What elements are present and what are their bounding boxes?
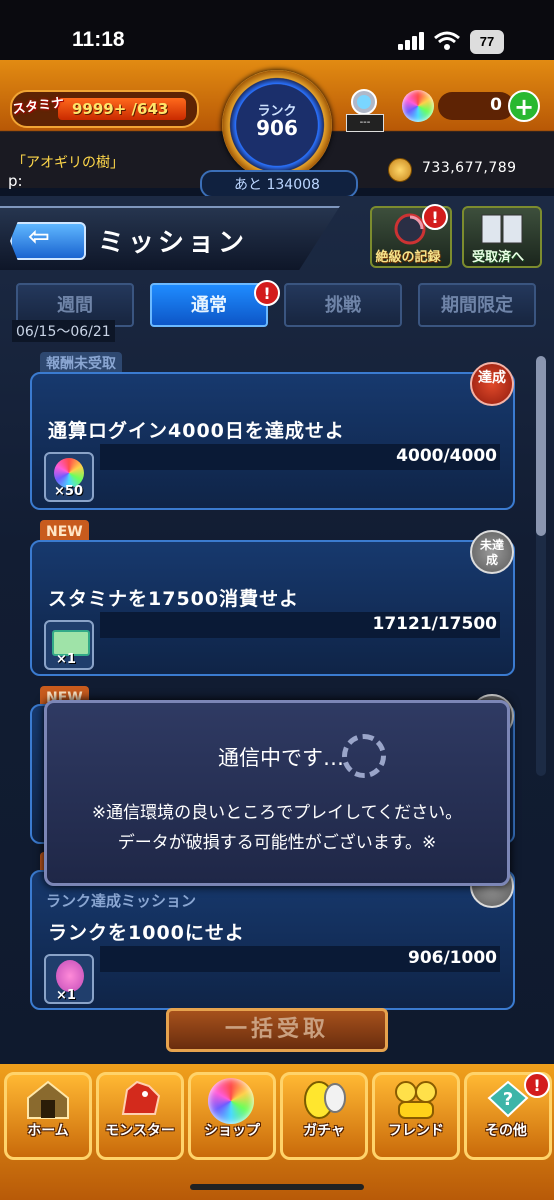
guild-name: 「アオギリの樹」 (12, 155, 124, 171)
gacha-egg-icon (304, 1081, 346, 1119)
mission-category-label: ランク達成ミッション (46, 892, 197, 910)
home-indicator (190, 1184, 364, 1190)
friend-icon (395, 1081, 437, 1119)
scrollbar-thumb[interactable] (536, 356, 546, 536)
orb-icon (402, 90, 434, 122)
tab-limited[interactable]: 期間限定 (418, 283, 536, 327)
mission-title: ランクを1000にせよ (48, 922, 245, 944)
signal-icon (398, 32, 426, 50)
records-alert-badge: ! (422, 204, 448, 230)
rank-next-exp: あと 134008 (234, 177, 320, 193)
monster-icon (121, 1080, 161, 1115)
mission-progress: 4000/4000 (396, 446, 497, 466)
page-title: ミッション (98, 228, 249, 258)
status-stamp-achieved: 達成 (470, 362, 514, 406)
reward-item: ×1 (44, 620, 94, 670)
period-range: 06/15〜06/21 (12, 320, 115, 342)
dialog-message-line2: データが破損する可能性がございます。※ (117, 833, 437, 853)
dialog-title: 通信中です… (218, 746, 344, 770)
svg-text:?: ? (503, 1089, 513, 1110)
mission-progress: 906/1000 (407, 948, 497, 968)
connecting-dialog (44, 700, 510, 886)
reward-item: ×1 (44, 954, 94, 1004)
nav-gacha-label: ガチャ (303, 1123, 345, 1139)
tab-normal-badge: ! (254, 280, 280, 306)
back-arrow-icon: ⇦ (28, 222, 50, 252)
records-label: 絶級の記録 (375, 250, 441, 265)
status-time: 11:18 (72, 28, 125, 51)
stamina-value: 9999+ /643 (72, 100, 169, 118)
gold-coin-icon (388, 158, 412, 182)
gold-amount: 733,677,789 (422, 160, 517, 176)
nav-other-label: その他 (485, 1123, 527, 1139)
orb-count: 0 (490, 95, 502, 115)
nav-home-label: ホーム (27, 1123, 69, 1139)
home-icon (27, 1080, 69, 1119)
battery-indicator: 77 (470, 30, 504, 54)
mission-progress: 17121/17500 (372, 614, 498, 634)
reward-quantity: ×1 (56, 988, 76, 1003)
book-icon (481, 214, 523, 244)
loading-spinner-icon (342, 734, 386, 778)
reward-quantity: ×50 (54, 484, 83, 499)
mission-title: 通算ログイン4000日を達成せよ (48, 420, 345, 442)
tab-challenge[interactable]: 挑戦 (284, 283, 402, 327)
wifi-icon (434, 31, 460, 50)
dialog-message-line1: ※通信環境の良いところでプレイしてください。 (91, 803, 463, 823)
nav-monster-label: モンスター (105, 1123, 175, 1139)
reward-item: ×50 (44, 452, 94, 502)
nav-shop-label: ショップ (204, 1123, 260, 1139)
gacha-value: --- (346, 114, 384, 132)
rank-value: 906 (256, 116, 298, 140)
add-orb-button[interactable]: + (508, 90, 540, 122)
tab-normal[interactable]: 通常 (150, 283, 268, 327)
status-stamp-incomplete: 未達成 (470, 530, 514, 574)
bulk-receive-button[interactable]: 一括受取 (166, 1008, 388, 1052)
received-label: 受取済へ (471, 250, 524, 265)
mission-title: スタミナを17500消費せよ (48, 588, 300, 610)
nav-other-badge: ! (524, 1072, 550, 1098)
reward-quantity: ×1 (56, 652, 76, 667)
orb-shop-icon (208, 1078, 254, 1124)
nav-friend-label: フレンド (388, 1123, 444, 1139)
guild-points: p: (8, 172, 23, 190)
